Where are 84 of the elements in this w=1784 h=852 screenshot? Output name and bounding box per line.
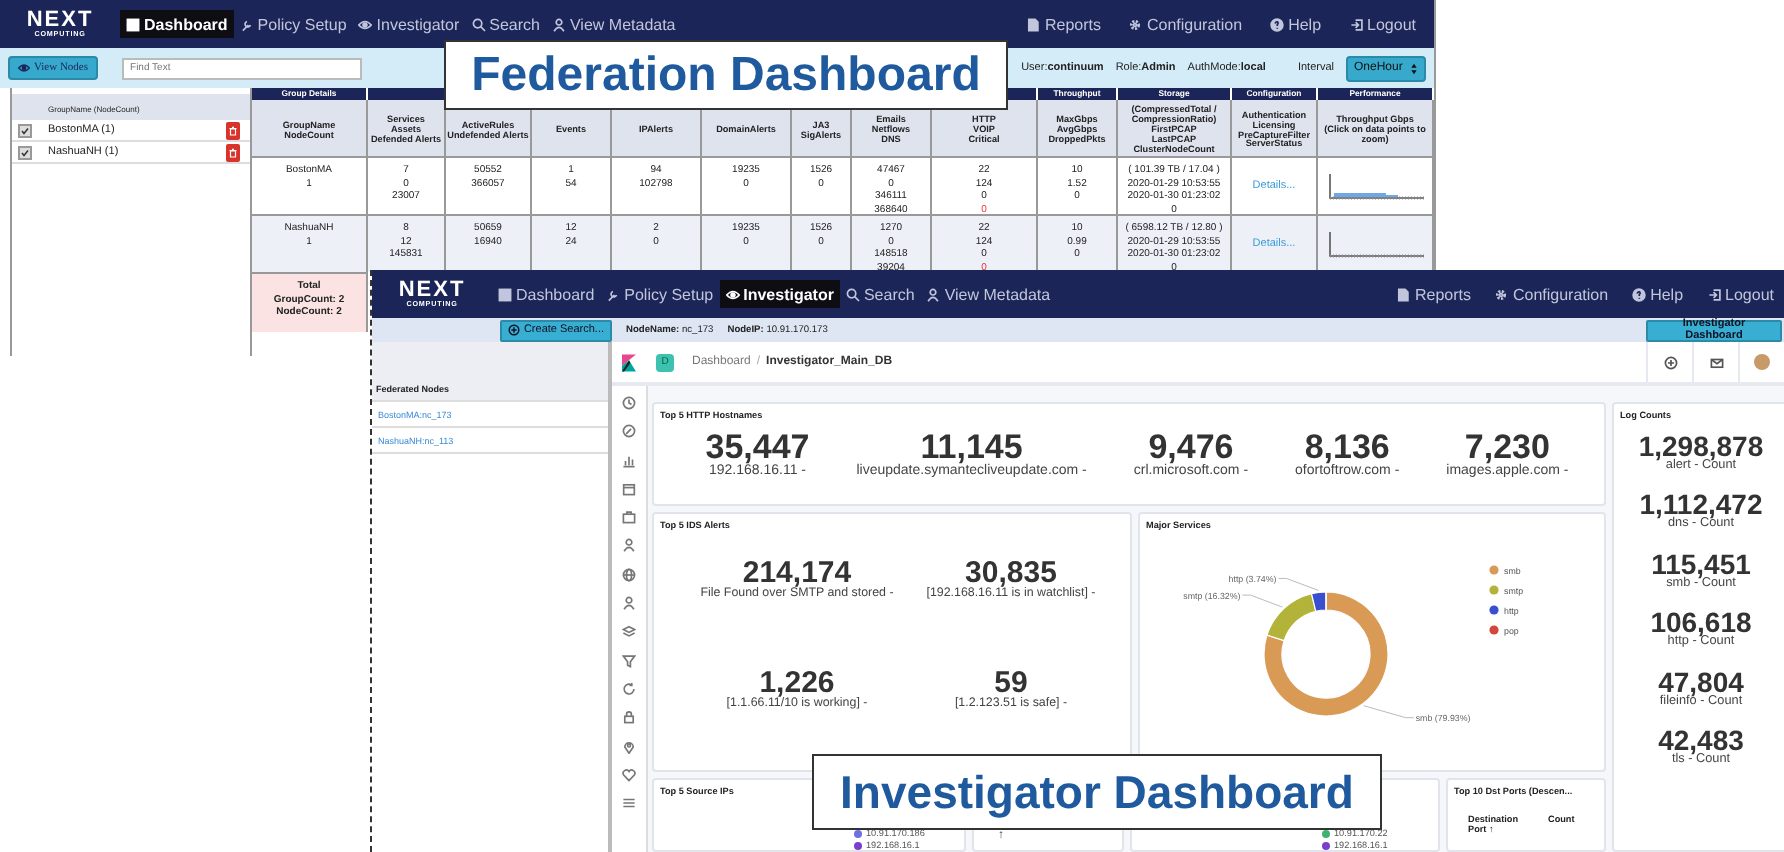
avatar[interactable] [1754, 354, 1770, 370]
leader-line [1277, 577, 1319, 591]
trash-icon [228, 123, 238, 137]
eye-icon [18, 62, 30, 74]
metric-value: 9,476 [1148, 430, 1234, 464]
nav-tab[interactable]: Dashboard [120, 10, 234, 38]
callout-label: Investigator Dashboard [812, 754, 1382, 830]
metric-value: 7,230 [1464, 430, 1550, 464]
nav-tab[interactable]: Search [465, 10, 546, 38]
logout-icon [1349, 17, 1364, 31]
metric-value: 115,451 [1651, 549, 1751, 578]
gear-icon [1128, 17, 1143, 31]
metric-value: 42,483 [1658, 726, 1744, 755]
metric-value: 1,226 [759, 668, 835, 699]
layers-icon [622, 624, 636, 639]
lock-icon [622, 710, 636, 725]
metric-value: 30,835 [965, 558, 1057, 588]
checkbox[interactable] [18, 123, 32, 137]
metric-value: 59 [994, 668, 1028, 699]
person-icon [551, 17, 566, 31]
compass-icon [622, 424, 636, 439]
nav-link[interactable]: Configuration [1488, 282, 1615, 306]
menu-icon [622, 796, 636, 811]
globe-icon [622, 567, 636, 582]
eye-icon [725, 287, 740, 301]
person-icon [622, 538, 636, 553]
delete-button[interactable] [226, 121, 240, 139]
nav-link[interactable]: Help [1626, 282, 1690, 306]
map-pin-icon [622, 739, 636, 754]
nav-link[interactable]: Logout [1701, 282, 1780, 306]
metric-value: 11,145 [920, 430, 1023, 464]
metric-value: 8,136 [1304, 430, 1390, 464]
eye-icon [358, 17, 373, 31]
metric-value: 214,174 [742, 558, 852, 588]
leader-line [1241, 594, 1283, 608]
metric-value: 1,112,472 [1639, 490, 1763, 519]
checkbox[interactable] [18, 145, 32, 159]
heart-icon [622, 767, 636, 782]
metric-value: 35,447 [705, 430, 810, 464]
logout-icon [1707, 287, 1722, 301]
metric-value: 47,804 [1658, 667, 1744, 696]
metric-value: 106,618 [1650, 608, 1752, 637]
clock-icon [622, 396, 636, 410]
gear-icon [1494, 287, 1509, 301]
chevron-icon [1410, 61, 1418, 75]
person-icon [622, 596, 636, 611]
callout-label: Federation Dashboard [444, 40, 1008, 110]
sparkline-drawing[interactable] [1325, 230, 1425, 262]
delete-button[interactable] [226, 143, 240, 161]
document-icon [1026, 17, 1041, 31]
search-icon [471, 17, 486, 31]
search-icon [845, 287, 860, 301]
nav-tab[interactable]: Search [839, 280, 921, 308]
nav-link[interactable]: Reports [1390, 282, 1477, 306]
nav-tab[interactable]: Policy Setup [600, 280, 720, 308]
bar-chart-icon [622, 453, 636, 468]
help-icon [1270, 17, 1285, 31]
briefcase-icon [622, 510, 636, 525]
sparkline-drawing[interactable] [1325, 172, 1425, 204]
mail-icon [1709, 355, 1723, 369]
metric-value: 1,298,878 [1638, 432, 1764, 460]
trash-icon [228, 145, 238, 159]
nav-link[interactable]: Help [1264, 12, 1328, 36]
refresh-icon [622, 681, 636, 696]
nav-tab[interactable]: View Metadata [920, 280, 1057, 308]
nav-link[interactable]: Reports [1020, 12, 1107, 36]
wrench-icon [239, 17, 254, 31]
logo-icon[interactable] [622, 353, 636, 371]
nav-link[interactable]: Configuration [1122, 12, 1249, 36]
nav-tab[interactable]: View Metadata [545, 10, 682, 38]
funnel-icon [622, 653, 636, 668]
plus-circle-icon [1663, 355, 1677, 369]
nav-link[interactable]: Logout [1343, 12, 1422, 36]
nav-tab[interactable]: Dashboard [492, 280, 601, 308]
plus-circle-icon [507, 324, 520, 336]
help-icon [1632, 287, 1647, 301]
nav-tab[interactable]: Policy Setup [233, 10, 353, 38]
leader-line [1363, 705, 1415, 719]
wrench-icon [606, 287, 621, 301]
person-icon [926, 287, 941, 301]
calendar-icon [622, 481, 636, 496]
nav-tab[interactable]: Investigator [719, 280, 840, 308]
document-icon [1396, 287, 1411, 301]
nav-tab[interactable]: Investigator [352, 10, 466, 38]
